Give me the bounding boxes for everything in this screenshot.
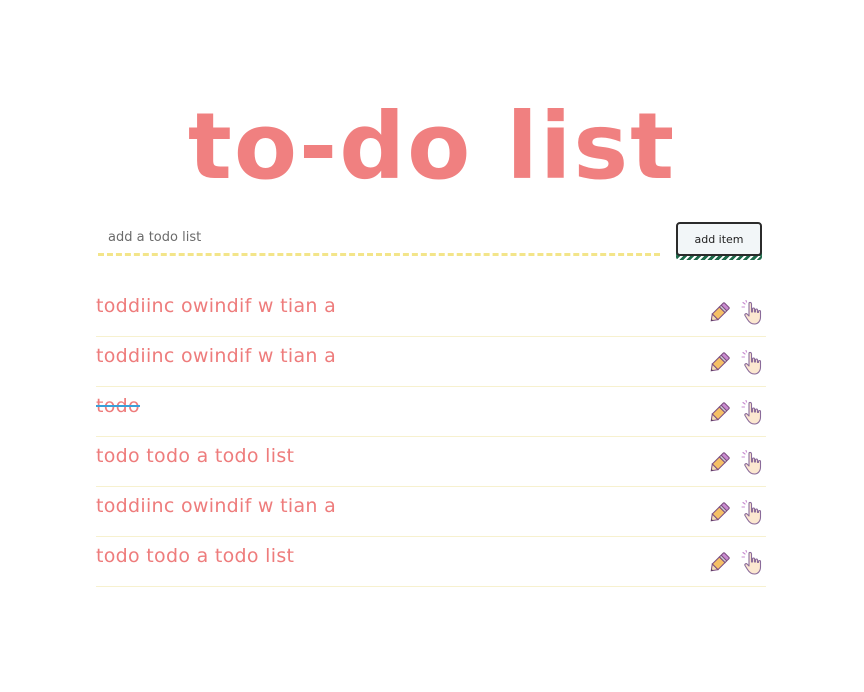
pointing-hand-icon[interactable] <box>740 300 766 326</box>
todo-item: toddiinc owindif w tian a <box>96 287 766 337</box>
pencil-icon[interactable] <box>706 300 732 326</box>
todo-input[interactable] <box>98 222 660 256</box>
pointing-hand-icon[interactable] <box>740 500 766 526</box>
pencil-icon[interactable] <box>706 550 732 576</box>
pointing-hand-icon[interactable] <box>740 550 766 576</box>
todo-item-text[interactable]: todo <box>96 395 140 417</box>
todo-item-text[interactable]: todo todo a todo list <box>96 545 294 567</box>
todo-item: todo <box>96 387 766 437</box>
todo-item-text[interactable]: toddiinc owindif w tian a <box>96 295 336 317</box>
pencil-icon[interactable] <box>706 350 732 376</box>
todo-item: toddiinc owindif w tian a <box>96 337 766 387</box>
pencil-icon[interactable] <box>706 400 732 426</box>
add-todo-form: add item <box>98 222 764 262</box>
todo-item-text[interactable]: toddiinc owindif w tian a <box>96 345 336 367</box>
todo-item: todo todo a todo list <box>96 537 766 587</box>
todo-item: toddiinc owindif w tian a <box>96 487 766 537</box>
todo-app: to-do list add item toddiinc owindif w t… <box>0 0 864 692</box>
add-item-button[interactable]: add item <box>676 222 762 260</box>
todo-list: toddiinc owindif w tian a toddiinc owind… <box>96 287 766 587</box>
page-title: to-do list <box>187 92 677 200</box>
todo-item-text[interactable]: todo todo a todo list <box>96 445 294 467</box>
pointing-hand-icon[interactable] <box>740 450 766 476</box>
pencil-icon[interactable] <box>706 500 732 526</box>
pencil-icon[interactable] <box>706 450 732 476</box>
todo-item: todo todo a todo list <box>96 437 766 487</box>
pointing-hand-icon[interactable] <box>740 350 766 376</box>
todo-item-text[interactable]: toddiinc owindif w tian a <box>96 495 336 517</box>
pointing-hand-icon[interactable] <box>740 400 766 426</box>
